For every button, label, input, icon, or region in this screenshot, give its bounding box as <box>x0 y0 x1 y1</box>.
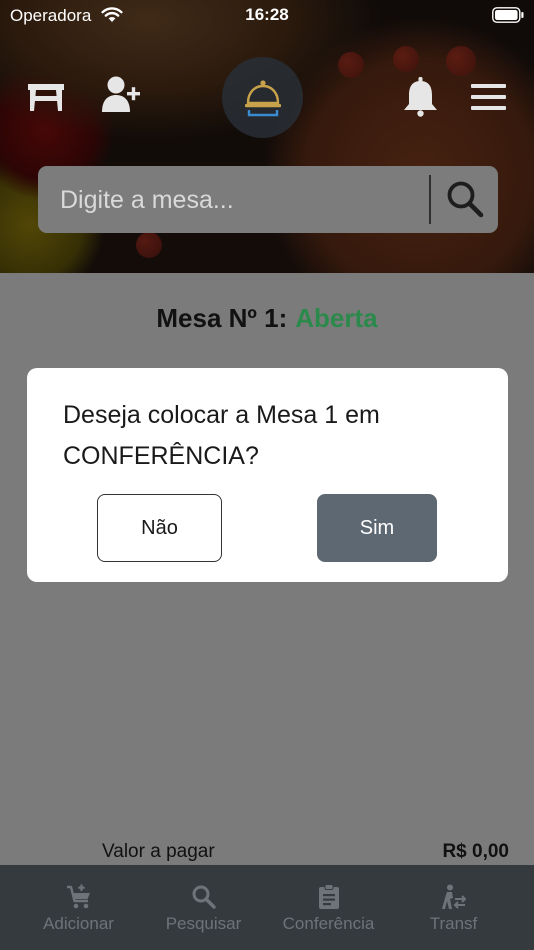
confirmation-dialog: Deseja colocar a Mesa 1 em CONFERÊNCIA? … <box>27 368 508 582</box>
no-button[interactable]: Não <box>97 494 222 562</box>
menu-icon[interactable] <box>471 84 506 110</box>
clipboard-icon <box>318 884 339 909</box>
amount-label: Valor a pagar <box>102 841 215 862</box>
search-bar <box>38 166 498 233</box>
tab-conferencia[interactable]: Conferência <box>262 865 395 950</box>
table-status-heading: Mesa Nº 1: Aberta <box>0 303 534 334</box>
tab-transf[interactable]: Transf <box>387 865 520 950</box>
bottom-tab-bar: Adicionar Pesquisar Conferência Transf <box>0 865 534 950</box>
service-bell-icon <box>245 80 281 117</box>
dialog-message: Deseja colocar a Mesa 1 em CONFERÊNCIA? <box>63 401 380 470</box>
yes-button[interactable]: Sim <box>317 494 437 562</box>
add-user-icon[interactable] <box>101 75 141 113</box>
tab-label: Transf <box>429 914 478 933</box>
tab-pesquisar[interactable]: Pesquisar <box>137 865 270 950</box>
tab-adicionar[interactable]: Adicionar <box>12 865 145 950</box>
status-bar: Operadora 16:28 <box>0 0 534 30</box>
table-status-badge: Aberta <box>295 303 378 333</box>
transfer-icon <box>441 884 466 909</box>
cart-add-icon <box>66 884 90 909</box>
tab-label: Conferência <box>282 914 375 933</box>
search-icon[interactable] <box>446 180 484 218</box>
service-bell-button[interactable] <box>222 57 303 138</box>
clock: 16:28 <box>245 5 289 24</box>
battery-icon <box>492 7 524 23</box>
notification-bell-icon[interactable] <box>403 77 438 117</box>
amount-value: R$ 0,00 <box>442 841 509 862</box>
search-icon <box>192 885 216 909</box>
tab-label: Pesquisar <box>165 914 242 933</box>
tab-label: Adicionar <box>43 914 114 933</box>
table-search-input[interactable] <box>60 180 420 220</box>
table-number-label: Mesa Nº 1: <box>156 303 288 333</box>
table-icon[interactable] <box>26 81 66 113</box>
search-divider <box>429 175 431 224</box>
